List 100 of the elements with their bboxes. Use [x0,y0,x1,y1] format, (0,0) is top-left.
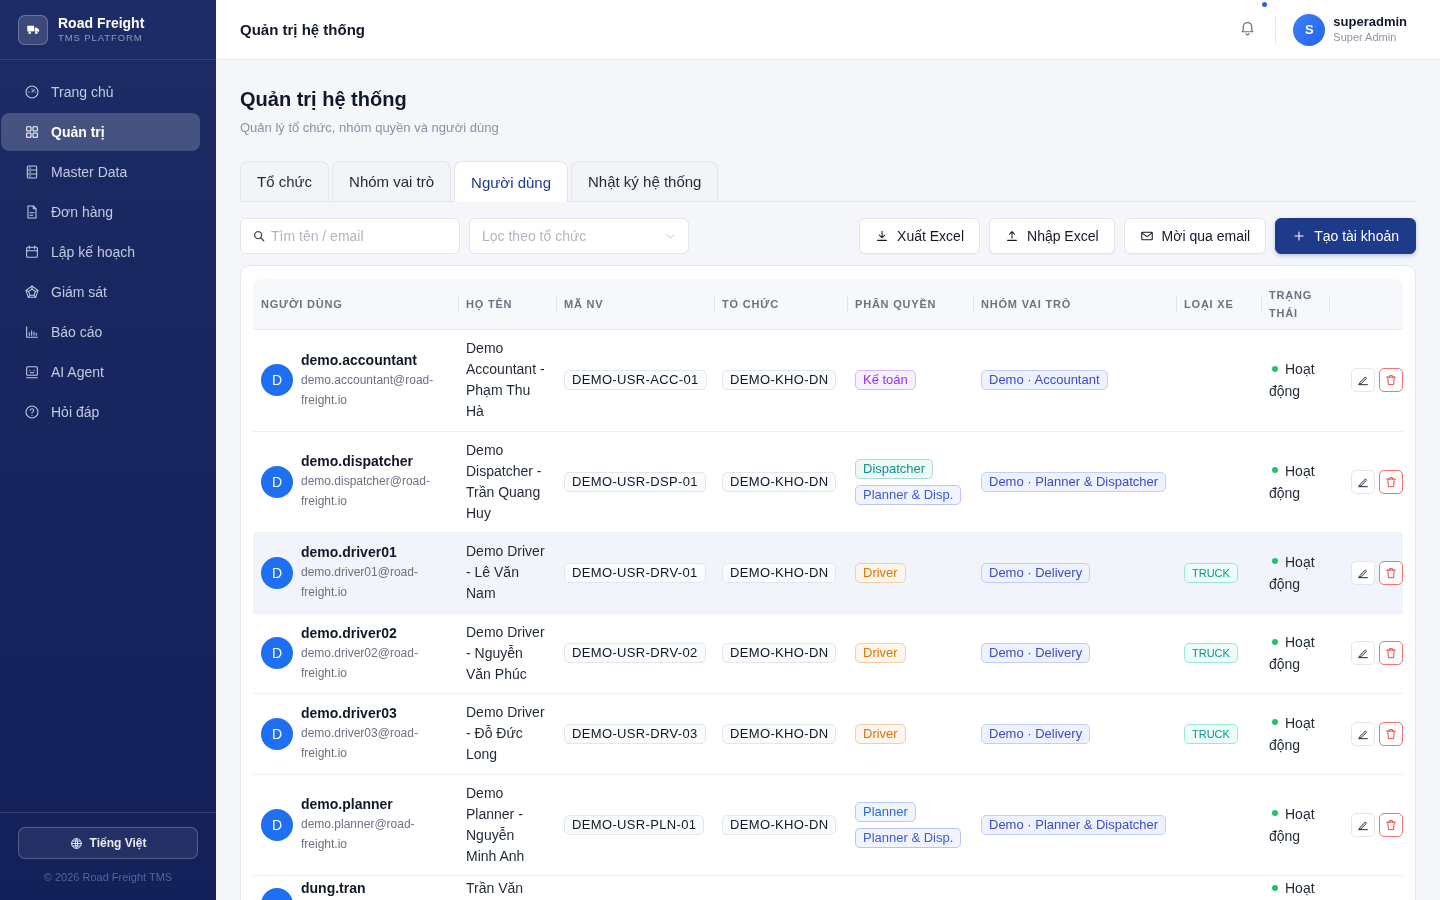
full-name: Demo Accountant - Phạm Thu Hà [466,339,545,421]
role-group-tag: Demo · Delivery [981,562,1091,583]
full-name: Demo Planner - Nguyễn Minh Anh [466,783,526,866]
user-email: demo.driver02@road-freight.io [301,644,419,682]
edit-button[interactable] [1351,469,1375,494]
sidebar-item[interactable]: AI Agent [1,353,200,391]
user-email: demo.accountant@road-freight.io [301,371,435,409]
employee-code-tag: DEMO-USR-DRV-01 [564,562,706,583]
sidebar-item[interactable]: Trang chủ [1,73,200,111]
search-icon [252,229,266,243]
column-header: PHÂN QUYỀN [855,297,937,312]
help-icon [24,404,40,420]
import-button[interactable]: Nhập Excel [989,218,1115,254]
edit-button[interactable] [1351,368,1375,392]
delete-button[interactable] [1379,560,1403,585]
user-avatar[interactable]: S [1293,13,1326,46]
delete-button[interactable] [1379,469,1403,494]
full-name: Demo Dispatcher - Trần Quang Huy [466,440,543,523]
pencil-icon [1356,373,1370,387]
user-role: Super Admin [1333,30,1398,45]
calendar-icon [24,244,40,260]
trash-icon [1384,726,1398,741]
upload-icon [1005,229,1019,243]
role-group-tag: Demo · Planner & Dispatcher [981,471,1167,492]
plus-icon [1292,229,1307,243]
status-text: Hoạt động [1269,553,1315,592]
page-title: Quản trị hệ thống [240,87,408,111]
sidebar-item[interactable]: Hỏi đáp [1,393,200,431]
username: demo.driver02 [301,623,398,643]
header-title: Quản trị hệ thống [240,21,366,38]
vehicle-type-tag: TRUCK [1184,562,1238,583]
status-text: Hoạt [1285,880,1315,896]
role-group-tag: Demo · Planner & Dispatcher [981,814,1167,835]
globe-icon [69,836,83,850]
delete-button[interactable] [1379,368,1403,392]
export-button[interactable]: Xuất Excel [859,218,980,254]
permission-tag: Driver [855,643,906,663]
full-name: Demo Driver - Nguyễn Văn Phúc [466,622,545,684]
employee-code-tag: DEMO-USR-DRV-03 [564,723,706,744]
role-group-tag: Demo · Delivery [981,643,1091,663]
tab[interactable]: Người dùng [454,161,568,202]
copyright-text: © 2026 Road Freight TMS [42,871,174,884]
robot-icon [24,364,40,380]
sidebar-item[interactable]: Đơn hàng [1,193,200,231]
permission-tag: Planner & Disp. [855,827,962,848]
trash-icon [1384,817,1398,832]
tab[interactable]: Tổ chức [240,161,330,201]
edit-button[interactable] [1351,721,1375,746]
username: demo.driver03 [301,704,398,723]
invite-button[interactable]: Mời qua email [1123,218,1267,254]
delete-button[interactable] [1379,721,1403,746]
organization-tag: DEMO-KHO-DN [722,562,837,583]
column-header: LOẠI XE [1184,297,1234,313]
vehicle-type-tag: TRUCK [1184,643,1238,663]
brand-name: Road Freight [58,15,145,32]
delete-button[interactable] [1379,812,1403,837]
full-name: Demo Driver - Đỗ Đức Long [466,703,545,764]
sidebar-item[interactable]: Báo cáo [1,313,200,351]
user-email: demo.driver03@road-freight.io [301,725,419,762]
role-group-tag: Demo · Delivery [981,723,1091,744]
permission-tag: Dispatcher [855,458,934,479]
organization-filter-dropdown[interactable]: Lọc theo tổ chức [469,218,689,254]
edit-button[interactable] [1351,641,1375,665]
permission-tag: Driver [855,723,906,744]
username: dung.tran [301,880,366,896]
user-email: demo.driver01@road-freight.io [301,564,419,601]
tab[interactable]: Nhật ký hệ thống [571,161,719,201]
sidebar-item[interactable]: Quản trị [1,113,200,151]
permission-tag: Planner & Disp. [855,484,962,505]
user-email: demo.dispatcher@road-freight.io [301,473,431,510]
edit-button[interactable] [1351,560,1375,585]
sidebar-item[interactable]: Master Data [1,153,200,191]
organization-tag: DEMO-KHO-DN [722,643,837,663]
truck-icon [18,14,48,45]
mail-icon [1139,229,1154,243]
create-account-button[interactable]: Tạo tài khoản [1275,218,1416,254]
edit-button[interactable] [1351,812,1375,837]
delete-button[interactable] [1379,641,1403,665]
trash-icon [1384,474,1398,489]
user-avatar: D [261,465,293,498]
permission-tag: Planner [855,801,916,822]
user-avatar: D [261,364,293,396]
username: demo.accountant [301,350,418,370]
status-text: Hoạt động [1269,462,1315,501]
sidebar-item[interactable]: Giám sát [1,273,200,311]
grid-icon [24,124,40,140]
employee-code-tag: DEMO-USR-PLN-01 [564,814,705,835]
status-text: Hoạt động [1269,361,1315,399]
column-header: NHÓM VAI TRÒ [981,297,1072,312]
full-name: Trần Văn [466,880,524,896]
organization-tag: DEMO-KHO-DN [722,370,837,390]
search-field[interactable]: Tìm tên / email [240,218,460,254]
column-header: TRẠNG THÁI [1269,288,1314,321]
sidebar-item[interactable]: Lập kế hoạch [1,233,200,271]
page-subtitle: Quản lý tổ chức, nhóm quyền và người dùng [240,119,500,137]
trash-icon [1384,565,1398,580]
tab[interactable]: Nhóm vai trò [332,161,452,201]
trash-icon [1384,646,1398,660]
user-avatar: D [261,637,293,669]
language-button[interactable]: Tiếng Việt [18,827,198,859]
